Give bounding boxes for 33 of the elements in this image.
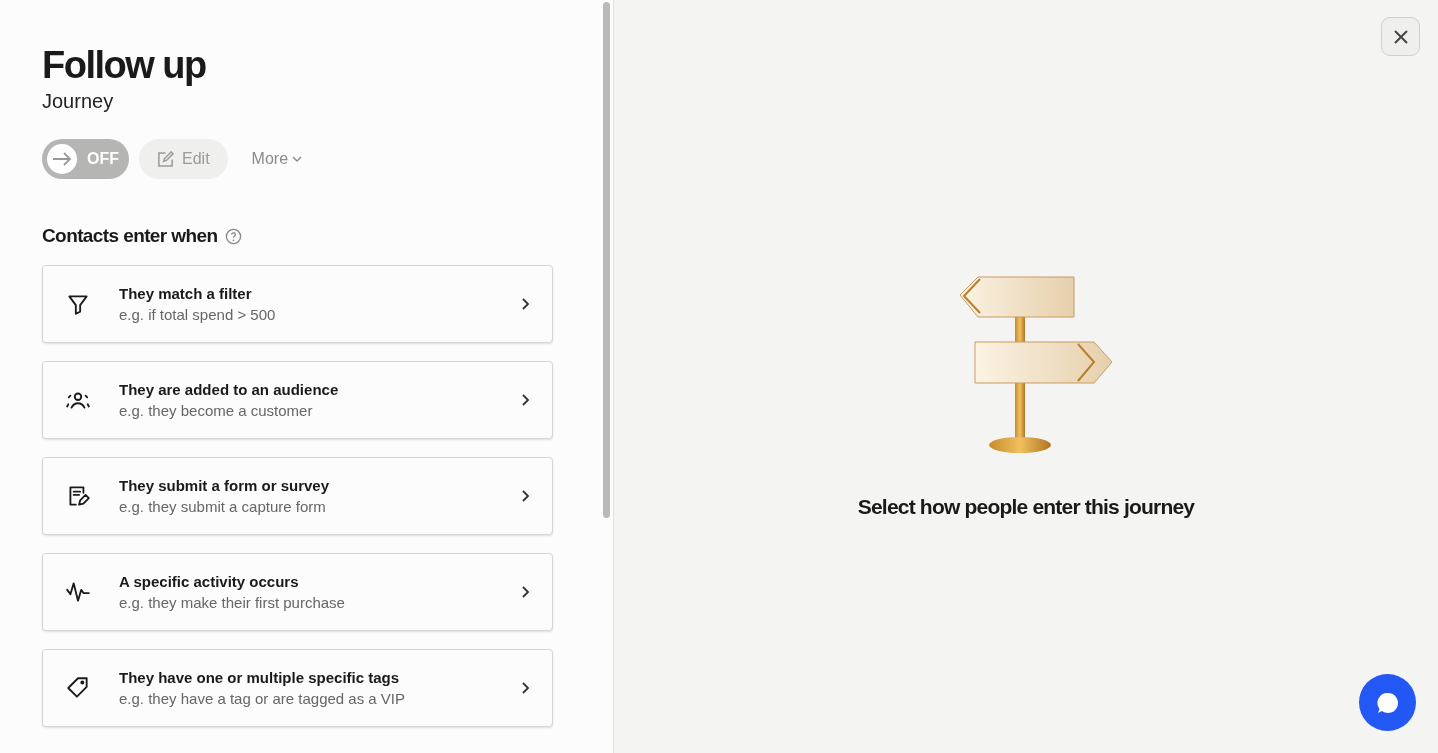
help-icon[interactable] bbox=[225, 227, 243, 245]
chat-button[interactable] bbox=[1359, 674, 1416, 731]
chevron-down-icon bbox=[292, 156, 303, 162]
trigger-option-card[interactable]: They match a filter e.g. if total spend > 500 bbox=[42, 265, 553, 343]
empty-state-message: Select how people enter this journey bbox=[857, 494, 1195, 519]
option-title: A specific activity occurs bbox=[119, 573, 300, 590]
chevron-right-icon bbox=[520, 394, 530, 406]
option-example: e.g. they have a tag or are tagged as a VIP bbox=[119, 690, 407, 707]
scrollbar-thumb[interactable] bbox=[603, 2, 610, 518]
trigger-option-card[interactable]: A specific activity occurs e.g. they make their first purchase bbox=[42, 553, 553, 631]
chevron-right-icon bbox=[520, 682, 530, 694]
chevron-right-icon bbox=[520, 298, 530, 310]
journey-subtitle: Journey bbox=[42, 90, 115, 113]
journey-title: Follow up bbox=[42, 44, 207, 86]
option-title: They submit a form or survey bbox=[119, 477, 331, 494]
option-title: They match a filter bbox=[119, 285, 253, 302]
close-button[interactable] bbox=[1381, 17, 1420, 56]
option-example: e.g. if total spend > 500 bbox=[119, 306, 277, 323]
trigger-option-card[interactable]: They have one or multiple specific tags e.g. they have a tag or are tagged as a VIP bbox=[42, 649, 553, 727]
chat-bubble-icon bbox=[1375, 690, 1400, 715]
option-title: They are added to an audience bbox=[119, 381, 340, 398]
trigger-option-card[interactable]: They are added to an audience e.g. they become a customer bbox=[42, 361, 553, 439]
edit-icon bbox=[157, 150, 174, 168]
section-heading: Contacts enter when bbox=[42, 225, 218, 247]
option-example: e.g. they make their first purchase bbox=[119, 594, 346, 611]
chevron-right-icon bbox=[520, 490, 530, 502]
option-example: e.g. they become a customer bbox=[119, 402, 314, 419]
chevron-right-icon bbox=[520, 586, 530, 598]
trigger-option-card[interactable]: They submit a form or survey e.g. they submit a capture form bbox=[42, 457, 553, 535]
arrow-icon bbox=[52, 152, 72, 166]
close-icon bbox=[1392, 28, 1409, 45]
option-example: e.g. they submit a capture form bbox=[119, 498, 327, 515]
option-title: They have one or multiple specific tags bbox=[119, 669, 401, 686]
